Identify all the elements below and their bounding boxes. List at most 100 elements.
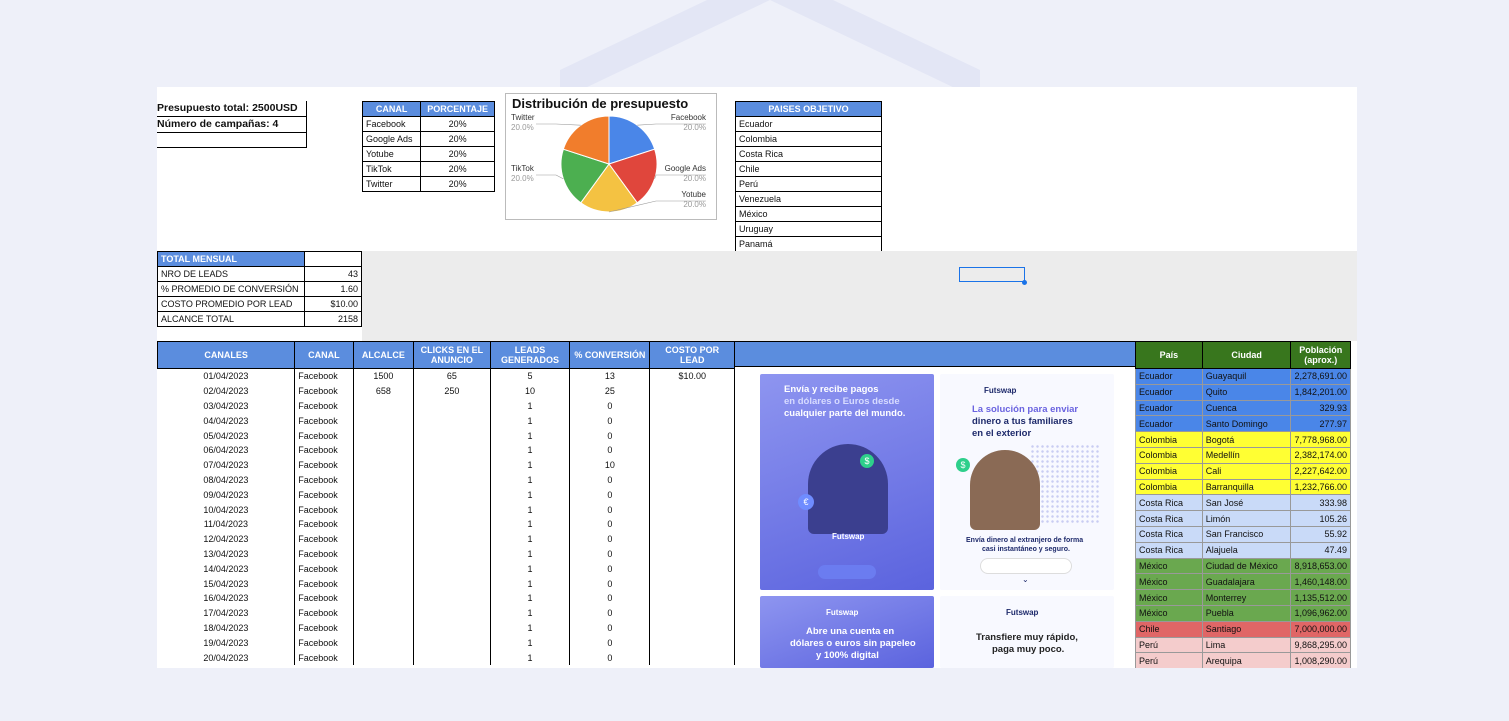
table-cell[interactable] [413,620,491,636]
table-cell[interactable] [413,531,491,547]
totals-value[interactable]: $10.00 [304,296,362,312]
main-column-header[interactable]: LEADS GENERADOS [489,341,571,369]
table-cell[interactable]: 10 [490,383,571,399]
geo-population-cell[interactable]: 333.98 [1290,494,1351,512]
canal-cell[interactable]: TikTok [361,161,422,177]
table-cell[interactable] [353,398,415,414]
percentage-cell[interactable]: 20% [420,161,495,177]
table-cell[interactable] [353,635,415,651]
geo-country-cell[interactable]: Colombia [1135,462,1203,480]
geo-country-cell[interactable]: México [1135,604,1203,622]
table-cell[interactable]: 1 [490,428,571,443]
countries-header[interactable]: PAISES OBJETIVO [735,101,882,117]
campaigns-cell[interactable]: Número de campañas: 4 [157,117,307,133]
pais-header[interactable]: País [1135,341,1203,369]
table-cell[interactable]: Facebook [294,576,354,591]
table-cell[interactable] [413,590,491,606]
percentage-cell[interactable]: 20% [420,131,495,147]
table-cell[interactable]: 1 [490,472,571,488]
main-column-header[interactable]: CANAL [294,341,354,369]
table-cell[interactable]: Facebook [294,398,354,414]
ad-family-transfer[interactable]: Futswap La solución para enviar dinero a… [940,374,1114,590]
geo-population-cell[interactable]: 2,227,642.00 [1290,462,1351,480]
table-cell[interactable]: Facebook [294,650,354,665]
geo-city-cell[interactable]: Guayaquil [1201,368,1292,385]
table-cell[interactable]: $10.00 [649,368,735,384]
table-cell[interactable] [353,620,415,636]
table-cell[interactable]: Facebook [294,368,354,384]
table-cell[interactable]: 1 [490,531,571,547]
table-cell[interactable] [353,442,415,458]
table-cell[interactable]: 1 [490,516,571,532]
geo-population-cell[interactable]: 1,842,201.00 [1290,383,1351,401]
table-cell[interactable]: 04/04/2023 [157,413,296,429]
table-cell[interactable]: 02/04/2023 [157,383,296,399]
table-cell[interactable] [413,546,491,562]
table-cell[interactable] [353,487,415,503]
table-cell[interactable]: 1 [490,413,571,429]
geo-population-cell[interactable]: 105.26 [1290,510,1351,527]
geo-population-cell[interactable]: 55.92 [1290,525,1351,543]
table-cell[interactable]: 0 [569,546,651,562]
table-cell[interactable] [649,531,735,547]
geo-country-cell[interactable]: Ecuador [1135,399,1203,417]
table-cell[interactable] [353,605,415,621]
table-cell[interactable] [413,487,491,503]
table-cell[interactable]: 14/04/2023 [157,561,296,577]
table-cell[interactable]: 11/04/2023 [157,516,296,532]
table-cell[interactable] [649,516,735,532]
canal-cell[interactable]: Twitter [361,176,422,192]
totals-value[interactable]: 1.60 [304,281,362,297]
table-cell[interactable] [649,487,735,503]
table-cell[interactable] [413,428,491,443]
geo-city-cell[interactable]: Medellín [1201,446,1292,464]
table-cell[interactable] [413,502,491,517]
canal-cell[interactable]: Facebook [361,116,422,132]
table-cell[interactable] [413,472,491,488]
geo-country-cell[interactable]: Costa Rica [1135,541,1203,559]
table-cell[interactable]: 0 [569,561,651,577]
budget-cell[interactable]: Presupuesto total: 2500USD [157,101,307,117]
table-cell[interactable]: Facebook [294,457,354,473]
geo-city-cell[interactable]: Monterrey [1201,589,1292,606]
geo-city-cell[interactable]: Barranquilla [1201,478,1292,496]
canal-cell[interactable]: Yotube [361,146,422,162]
table-cell[interactable]: 1500 [353,368,415,384]
geo-population-cell[interactable]: 1,232,766.00 [1290,478,1351,496]
geo-country-cell[interactable]: Perú [1135,636,1203,654]
geo-population-cell[interactable]: 7,778,968.00 [1290,431,1351,448]
geo-population-cell[interactable]: 7,000,000.00 [1290,620,1351,638]
selection-handle[interactable] [1022,280,1027,285]
table-cell[interactable]: 0 [569,413,651,429]
main-column-header[interactable]: % CONVERSIÓN [569,341,651,369]
table-cell[interactable] [649,398,735,414]
table-cell[interactable]: 658 [353,383,415,399]
geo-country-cell[interactable]: Ecuador [1135,383,1203,401]
table-cell[interactable]: 1 [490,576,571,591]
geo-population-cell[interactable]: 9,868,295.00 [1290,636,1351,654]
geo-city-cell[interactable]: Guadalajara [1201,573,1292,591]
table-cell[interactable]: 07/04/2023 [157,457,296,473]
percentage-header[interactable]: PORCENTAJE [420,101,495,117]
geo-country-cell[interactable]: Ecuador [1135,415,1203,433]
table-cell[interactable] [413,576,491,591]
table-cell[interactable]: Facebook [294,442,354,458]
table-cell[interactable]: 1 [490,398,571,414]
table-cell[interactable]: Facebook [294,383,354,399]
table-cell[interactable]: 03/04/2023 [157,398,296,414]
table-cell[interactable]: Facebook [294,487,354,503]
table-cell[interactable] [649,650,735,665]
geo-city-cell[interactable]: Limón [1201,510,1292,527]
table-cell[interactable]: Facebook [294,531,354,547]
table-cell[interactable] [649,428,735,443]
geo-population-cell[interactable]: 47.49 [1290,541,1351,559]
table-cell[interactable]: 0 [569,635,651,651]
table-cell[interactable]: 1 [490,487,571,503]
selected-cell[interactable] [959,267,1025,282]
country-cell[interactable]: Perú [735,176,882,192]
table-cell[interactable]: 0 [569,398,651,414]
table-cell[interactable]: 19/04/2023 [157,635,296,651]
table-cell[interactable] [353,472,415,488]
geo-country-cell[interactable]: Costa Rica [1135,525,1203,543]
table-cell[interactable]: 1 [490,561,571,577]
